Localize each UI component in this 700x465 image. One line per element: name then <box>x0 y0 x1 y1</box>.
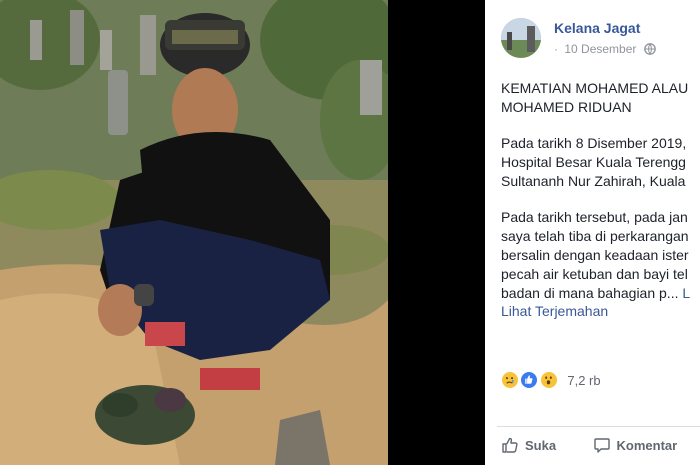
post-meta: · 10 Desember <box>554 42 656 58</box>
post-paragraph-3: Pada tarikh tersebut, pada jan saya tela… <box>501 208 700 303</box>
globe-icon <box>643 43 656 58</box>
post-line: badan di mana bahagian p... <box>501 285 679 301</box>
post-paragraph-1: KEMATIAN MOHAMED ALAU MOHAMED RIDUAN <box>501 79 700 117</box>
comment-label: Komentar <box>616 438 678 453</box>
see-more-link[interactable]: L <box>682 285 690 301</box>
post-line: Pada tarikh tersebut, pada jan <box>501 209 688 225</box>
actions-divider <box>497 426 700 427</box>
post-line: bersalin dengan keadaan ister <box>501 247 689 263</box>
post-date[interactable]: 10 Desember <box>564 42 636 56</box>
like-label: Suka <box>525 438 557 453</box>
avatar-image <box>501 18 541 58</box>
see-translation-link[interactable]: Lihat Terjemahan <box>501 303 608 319</box>
post-line: pecah air ketuban dan bayi tel <box>501 266 688 282</box>
comment-icon <box>593 438 610 453</box>
photo-gutter <box>388 0 485 465</box>
post-line: saya telah tiba di perkarangan <box>501 228 689 244</box>
date-separator: · <box>554 42 558 56</box>
comment-button[interactable]: Komentar <box>593 436 678 454</box>
sad-reaction-icon <box>501 371 519 389</box>
reactions-bar[interactable]: 7,2 rb <box>501 371 601 393</box>
post-line: Pada tarikh 8 Disember 2019, <box>501 135 687 151</box>
post-text: KEMATIAN MOHAMED ALAU MOHAMED RIDUAN Pad… <box>501 79 700 303</box>
thumbs-up-icon <box>502 437 518 453</box>
like-reaction-icon <box>520 371 539 389</box>
post-line: MOHAMED RIDUAN <box>501 99 632 115</box>
post-actions: Suka Komentar <box>501 436 677 458</box>
post-paragraph-2: Pada tarikh 8 Disember 2019, Hospital Be… <box>501 134 700 191</box>
photo-graphic <box>0 0 388 465</box>
like-button[interactable]: Suka <box>501 436 556 454</box>
post-photo[interactable] <box>0 0 388 465</box>
author-name[interactable]: Kelana Jagat <box>554 20 640 36</box>
wow-reaction-icon <box>539 371 558 389</box>
reaction-count[interactable]: 7,2 rb <box>567 373 600 388</box>
post-panel: Kelana Jagat · 10 Desember KEMATIAN MOHA… <box>485 0 700 465</box>
post-line: KEMATIAN MOHAMED ALAU <box>501 80 689 96</box>
post-line: Sultananh Nur Zahirah, Kuala <box>501 173 686 189</box>
post-line: Hospital Besar Kuala Terengg <box>501 154 686 170</box>
post-header: Kelana Jagat · 10 Desember <box>501 14 700 60</box>
author-avatar[interactable] <box>501 18 541 58</box>
